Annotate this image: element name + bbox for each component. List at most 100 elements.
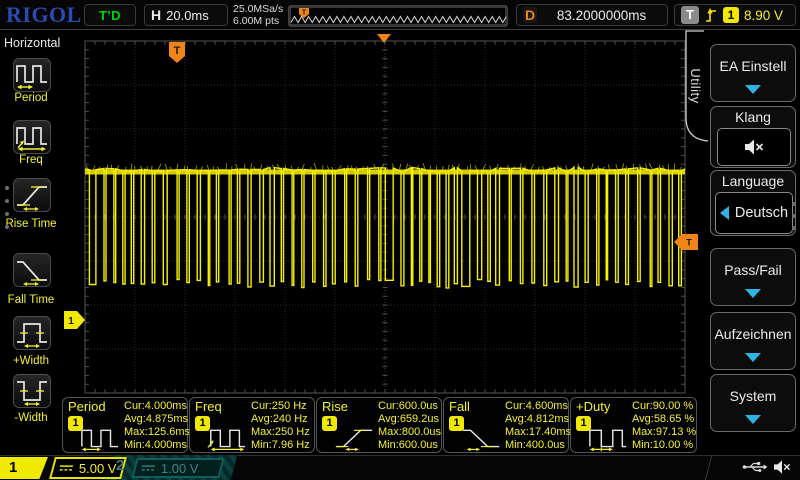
svg-text:1: 1 xyxy=(68,316,74,327)
sample-rate: 25.0MSa/s xyxy=(233,3,283,15)
fall-time-icon xyxy=(14,253,50,287)
memory-depth: 6.00M pts xyxy=(233,15,283,27)
measurement-values: Cur:4.000ms Avg:4.875ms Max:125.6ms Min:… xyxy=(124,400,190,452)
menu-scroll-dot xyxy=(792,214,796,218)
delay-value: 83.2000000ms xyxy=(542,8,661,23)
menu-scroll-dot xyxy=(5,199,9,203)
freq-icon xyxy=(206,422,248,452)
chevron-down-icon xyxy=(745,415,761,424)
measure-label-fall-time: Fall Time xyxy=(0,294,62,306)
measure-item-fall-time[interactable] xyxy=(13,253,51,287)
channel2-scale: 1.00 V xyxy=(161,461,199,476)
measurement-values: Cur:90.00 % Avg:58.65 % Max:97.13 % Min:… xyxy=(632,400,696,452)
acquisition-info: 25.0MSa/s 6.00M pts xyxy=(233,3,283,27)
speaker-muted-icon[interactable] xyxy=(772,459,792,475)
trigger-delay-indicator[interactable]: D 83.2000000ms xyxy=(516,4,668,26)
rigol-logo: RIGOL xyxy=(6,2,82,28)
channel1-waveform xyxy=(85,168,685,288)
softkey-label: Language xyxy=(722,173,784,189)
rise-time-icon xyxy=(14,178,50,212)
menu-scroll-dot xyxy=(792,226,796,230)
menu-scroll-dot xyxy=(5,186,9,190)
svg-text:T: T xyxy=(174,45,181,57)
sound-toggle-button[interactable] xyxy=(717,128,791,166)
measurement-panel-freq[interactable]: Freq 1 Cur:250 Hz Avg:240 Hz Max:250 Hz … xyxy=(189,397,315,453)
measure-label-pos-width: +Width xyxy=(0,355,62,367)
softkey-pass-fail[interactable]: Pass/Fail xyxy=(710,248,796,306)
measure-label-rise-time: Rise Time xyxy=(0,218,62,230)
menu-scroll-dot xyxy=(792,202,796,206)
trigger-status-text: T'D xyxy=(99,8,121,23)
horizontal-measure-menu: Horizontal Period Freq xyxy=(0,30,62,455)
softkey-io-setting[interactable]: EA Einstell xyxy=(710,44,796,102)
measurement-panel-pos-duty[interactable]: +Duty 1 Cur:90.00 % Avg:58.65 % Max:97.1… xyxy=(570,397,697,453)
measurement-panel-fall[interactable]: Fall 1 Cur:4.600ms Avg:4.812ms Max:17.40… xyxy=(443,397,569,453)
fall-time-icon xyxy=(460,422,502,452)
chevron-down-icon xyxy=(745,85,761,94)
measurement-panel-period[interactable]: Period 1 Cur:4.000ms Avg:4.875ms Max:125… xyxy=(62,397,188,453)
speaker-muted-icon xyxy=(742,138,766,156)
measure-item-pos-width[interactable] xyxy=(13,316,51,350)
measurement-values: Cur:4.600ms Avg:4.812ms Max:17.40ms Min:… xyxy=(505,400,571,452)
chevron-down-icon xyxy=(745,289,761,298)
timebase-value: 20.0ms xyxy=(166,8,209,23)
period-icon xyxy=(14,58,50,92)
svg-text:T: T xyxy=(686,238,692,248)
svg-text:T: T xyxy=(302,10,307,17)
menu-scroll-dot xyxy=(5,212,9,216)
dc-coupling-icon xyxy=(59,463,74,473)
measure-item-period[interactable] xyxy=(13,58,51,92)
measurement-values: Cur:250 Hz Avg:240 Hz Max:250 Hz Min:7.9… xyxy=(251,400,310,452)
channel1-ground-marker[interactable] xyxy=(64,311,85,329)
waveform-memory-preview[interactable]: T xyxy=(288,5,508,27)
measurement-name: Period xyxy=(68,399,106,414)
utility-tab-label: Utility xyxy=(687,56,703,116)
measurement-name: +Duty xyxy=(576,399,610,414)
softkey-label: Aufzeichnen xyxy=(714,326,791,342)
channel2-tab[interactable]: 2 xyxy=(116,457,124,474)
measure-item-freq[interactable] xyxy=(13,120,51,154)
dc-coupling-icon xyxy=(141,463,156,473)
measure-label-neg-width: -Width xyxy=(0,412,62,424)
freq-icon xyxy=(14,120,50,154)
language-value: Deutsch xyxy=(735,205,788,221)
measure-label-period: Period xyxy=(0,92,62,104)
rise-time-icon xyxy=(333,422,375,452)
trigger-position-marker[interactable] xyxy=(377,34,391,43)
oscilloscope-screen: RIGOL T'D H 20.0ms 25.0MSa/s 6.00M pts T… xyxy=(0,0,800,480)
usb-icon xyxy=(742,460,768,474)
waveform-display-area[interactable]: T T 1 xyxy=(62,30,705,397)
measurement-name: Rise xyxy=(322,399,348,414)
top-status-bar: RIGOL T'D H 20.0ms 25.0MSa/s 6.00M pts T… xyxy=(0,0,800,30)
rising-edge-icon xyxy=(704,6,718,24)
language-select[interactable]: Deutsch xyxy=(715,192,793,234)
menu-scroll-dot xyxy=(5,225,9,229)
measure-item-rise-time[interactable] xyxy=(13,178,51,212)
timebase-indicator[interactable]: H 20.0ms xyxy=(144,4,228,26)
trigger-settings-indicator[interactable]: T 1 8.90 V xyxy=(674,4,796,26)
pos-width-icon xyxy=(14,316,50,350)
horizontal-label: H xyxy=(151,7,161,23)
channel2-scale-box[interactable]: 1.00 V xyxy=(131,458,224,478)
softkey-label: Pass/Fail xyxy=(724,262,782,278)
trigger-level-value: 8.90 V xyxy=(744,8,783,23)
period-icon xyxy=(79,422,121,452)
softkey-label: Klang xyxy=(735,109,771,125)
measure-item-neg-width[interactable] xyxy=(13,374,51,408)
trigger-label: T xyxy=(681,6,699,24)
measurement-panel-rise[interactable]: Rise 1 Cur:600.0us Avg:659.2us Max:800.0… xyxy=(316,397,442,453)
measurement-values: Cur:600.0us Avg:659.2us Max:800.0us Min:… xyxy=(378,400,441,452)
softkey-label: EA Einstell xyxy=(720,58,787,74)
chevron-down-icon xyxy=(745,353,761,362)
left-menu-title: Horizontal xyxy=(4,36,60,50)
delay-label: D xyxy=(523,7,537,23)
softkey-system[interactable]: System xyxy=(710,374,796,432)
measure-label-freq: Freq xyxy=(0,154,62,166)
measurement-name: Freq xyxy=(195,399,222,414)
softkey-record[interactable]: Aufzeichnen xyxy=(710,312,796,370)
neg-width-icon xyxy=(14,374,50,408)
chevron-left-icon xyxy=(720,206,729,220)
preview-waveform: T xyxy=(289,6,507,26)
softkey-label: System xyxy=(730,388,777,404)
trigger-status-indicator: T'D xyxy=(84,4,136,26)
